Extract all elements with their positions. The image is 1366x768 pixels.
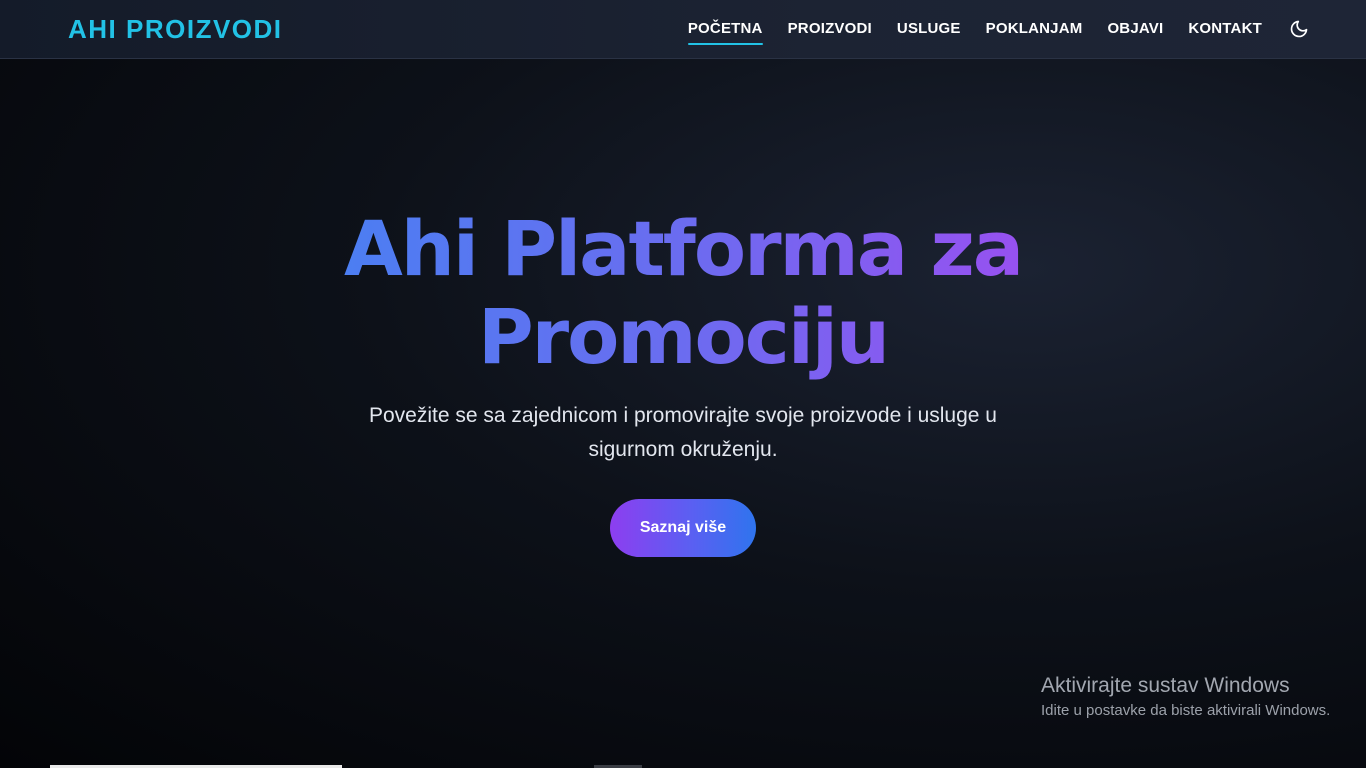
hero-subtitle: Povežite se sa zajednicom i promovirajte… xyxy=(369,404,997,461)
watermark-subtitle: Idite u postavke da biste aktivirali Win… xyxy=(1041,702,1331,719)
nav-item-poklanjam[interactable]: POKLANJAM xyxy=(986,14,1083,45)
nav-item-pocetna[interactable]: POČETNA xyxy=(687,14,763,45)
windows-activation-watermark: Aktivirajte sustav Windows Idite u posta… xyxy=(1041,672,1330,722)
nav-item-usluge[interactable]: USLUGE xyxy=(897,14,961,45)
moon-icon xyxy=(1290,20,1308,38)
navbar: AHI PROIZVODI POČETNA PROIZVODI USLUGE P… xyxy=(0,0,1366,59)
nav-item-objavi[interactable]: OBJAVI xyxy=(1107,14,1163,45)
learn-more-button[interactable]: Saznaj više xyxy=(610,499,756,557)
theme-toggle-button[interactable] xyxy=(1288,18,1310,40)
hero-title: Ahi Platforma za Promociju xyxy=(323,205,1043,381)
watermark-title: Aktivirajte sustav Windows xyxy=(1041,674,1290,697)
site-logo[interactable]: AHI PROIZVODI xyxy=(68,14,283,45)
nav-item-kontakt[interactable]: KONTAKT xyxy=(1188,14,1262,45)
hero-section: Ahi Platforma za Promociju Povežite se s… xyxy=(0,205,1366,557)
main-nav: POČETNA PROIZVODI USLUGE POKLANJAM OBJAV… xyxy=(663,14,1310,45)
nav-item-proizvodi[interactable]: PROIZVODI xyxy=(788,14,872,45)
